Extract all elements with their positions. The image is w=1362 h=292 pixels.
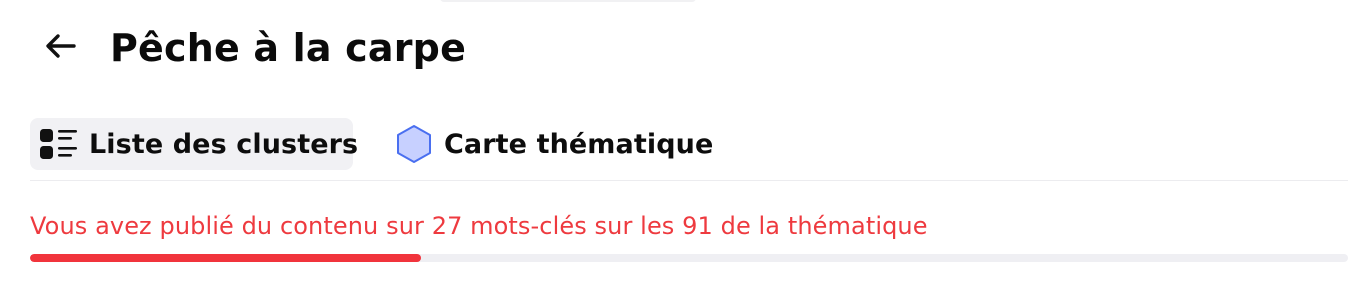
arrow-left-icon xyxy=(44,33,76,63)
tabs-divider xyxy=(30,180,1348,181)
back-button[interactable] xyxy=(40,30,80,66)
hexagon-icon xyxy=(394,124,434,164)
top-scroll-pill xyxy=(440,0,696,2)
tab-thematic-map-label: Carte thématique xyxy=(444,128,714,160)
keyword-progress-fill xyxy=(30,254,422,262)
keyword-progress-bar xyxy=(30,254,1348,262)
cluster-list-icon xyxy=(39,124,79,164)
keyword-progress-text: Vous avez publié du contenu sur 27 mots-… xyxy=(30,212,928,240)
tab-cluster-list[interactable]: Liste des clusters xyxy=(30,118,358,170)
view-tabs: Liste des clusters Carte thématique xyxy=(30,118,1348,170)
page-title: Pêche à la carpe xyxy=(110,26,467,70)
page-header: Pêche à la carpe xyxy=(0,20,1362,76)
tab-cluster-list-label: Liste des clusters xyxy=(89,128,359,160)
tab-thematic-map[interactable]: Carte thématique xyxy=(390,118,730,170)
